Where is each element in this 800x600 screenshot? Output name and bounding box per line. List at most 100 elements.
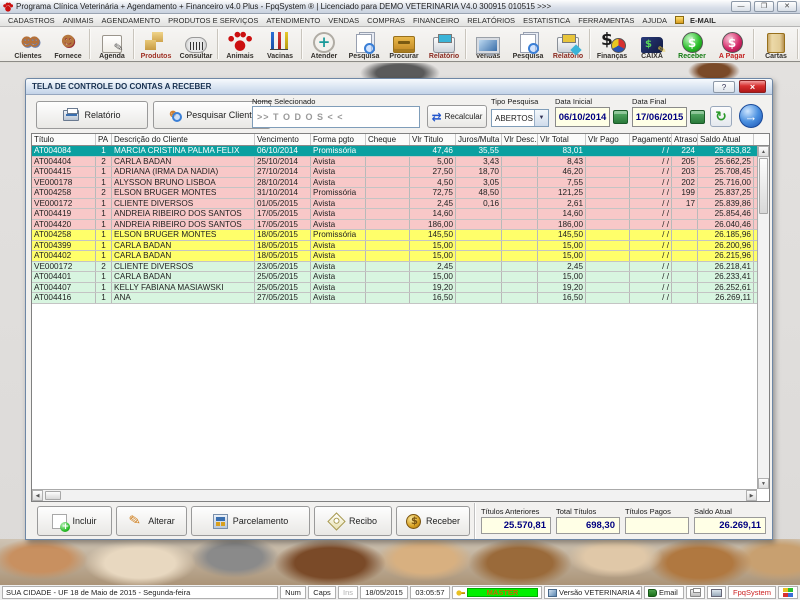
column-header[interactable]: Título xyxy=(32,134,96,145)
table-row[interactable]: AT004407 1 KELLY FABIANA MASIAWSKI 25/05/20… xyxy=(32,282,757,293)
table-row[interactable]: AT004258 1 ELSON BRUGER MONTES 18/05/2015 Pr… xyxy=(32,230,757,241)
dialog-close-button[interactable]: × xyxy=(739,80,766,93)
column-header[interactable]: PA xyxy=(96,134,112,145)
cell xyxy=(672,251,698,261)
table-row[interactable]: AT004415 1 ADRIANA (IRMA DA NADIA) 27/10/20… xyxy=(32,167,757,178)
vertical-scrollbar[interactable]: ▲ ▼ xyxy=(757,146,769,489)
menu-item[interactable]: RELATÓRIOS xyxy=(463,15,519,26)
cell xyxy=(672,261,698,271)
toolbar-button[interactable]: Animais xyxy=(220,27,260,61)
menu-item[interactable]: AGENDAMENTO xyxy=(98,15,165,26)
column-header[interactable]: Vlr Desc. xyxy=(502,134,538,145)
table-row[interactable]: AT004401 1 CARLA BADAN 25/05/2015 Avista 15,0… xyxy=(32,272,757,283)
menu-item[interactable]: ESTATISTICA xyxy=(519,15,574,26)
menu-item[interactable]: ANIMAIS xyxy=(59,15,98,26)
status-network[interactable] xyxy=(707,586,726,599)
horizontal-scrollbar[interactable]: ◀ ▶ xyxy=(32,489,757,501)
toolbar-button[interactable]: CAIXA xyxy=(632,27,672,61)
toolbar-button[interactable]: Agenda xyxy=(92,27,132,61)
vscroll-thumb[interactable] xyxy=(759,158,768,214)
table-row[interactable]: VE000172 1 CLIENTE DIVERSOS 01/05/2015 Avist… xyxy=(32,198,757,209)
column-header[interactable]: Cheque xyxy=(366,134,410,145)
hscroll-thumb[interactable] xyxy=(45,491,61,500)
minimize-button[interactable]: — xyxy=(731,1,751,12)
toolbar-button[interactable]: Relatório xyxy=(424,27,464,61)
column-header[interactable]: Vencimento xyxy=(255,134,311,145)
table-row[interactable]: AT004399 1 CARLA BADAN 18/05/2015 Avista 15,0… xyxy=(32,240,757,251)
name-selected-input[interactable]: >> T O D O S < < xyxy=(252,106,420,128)
toolbar-button[interactable]: Pesquisa xyxy=(344,27,384,61)
table-row[interactable]: AT004404 2 CARLA BADAN 25/10/2014 Avista 5,00… xyxy=(32,156,757,167)
toolbar-button[interactable]: Finanças xyxy=(592,27,632,61)
toolbar-button[interactable]: Procurar xyxy=(384,27,424,61)
column-header[interactable]: Juros/Multa xyxy=(456,134,502,145)
status-print[interactable] xyxy=(686,586,705,599)
recalculate-button[interactable]: ⇄ Recalcular xyxy=(427,105,487,128)
column-header[interactable]: Vlr Pago xyxy=(586,134,630,145)
data-final-field[interactable]: 17/06/2015 xyxy=(632,107,687,127)
cell: KELLY FABIANA MASIAWSKI xyxy=(112,282,255,292)
toolbar-button[interactable]: Produtos xyxy=(136,27,176,61)
table-row[interactable]: AT004084 1 MARCIA CRISTINA PALMA FELIX 06/1… xyxy=(32,146,757,157)
menu-item[interactable]: PRODUTOS E SERVIÇOS xyxy=(164,15,262,26)
scroll-up-icon[interactable]: ▲ xyxy=(758,146,769,157)
toolbar-button[interactable]: Clientes xyxy=(8,27,48,61)
toolbar-button[interactable]: Pesquisa xyxy=(508,27,548,61)
cell: AT004407 xyxy=(32,282,96,292)
toolbar-button[interactable]: A Pagar xyxy=(712,27,752,61)
table-row[interactable]: AT004416 1 ANA 27/05/2015 Avista 16,50 16,50 / … xyxy=(32,293,757,304)
dialog-titlebar[interactable]: TELA DE CONTROLE DO CONTAS A RECEBER ? × xyxy=(26,79,772,95)
toolbar-button[interactable]: Fornece xyxy=(48,27,88,61)
toolbar-button[interactable]: Consultar xyxy=(176,27,216,61)
toolbar-button[interactable]: Vendas xyxy=(468,27,508,61)
menu-item[interactable]: CADASTROS xyxy=(4,15,59,26)
column-header[interactable]: Descrição do Cliente xyxy=(112,134,255,145)
receber-button[interactable]: Receber xyxy=(396,506,470,536)
scroll-right-icon[interactable]: ▶ xyxy=(746,490,757,501)
recibo-button[interactable]: Recibo xyxy=(314,506,392,536)
toolbar-button[interactable]: Cartas xyxy=(756,27,796,61)
calendar-icon[interactable] xyxy=(690,110,705,124)
table-row[interactable]: AT004419 1 ANDREIA RIBEIRO DOS SANTOS 17/05… xyxy=(32,209,757,220)
toolbar-button[interactable]: Relatório xyxy=(548,27,588,61)
menu-item[interactable]: FERRAMENTAS xyxy=(574,15,638,26)
cell xyxy=(586,177,630,187)
scroll-down-icon[interactable]: ▼ xyxy=(758,478,769,489)
table-row[interactable]: VE000172 2 CLIENTE DIVERSOS 23/05/2015 Avist… xyxy=(32,261,757,272)
column-header[interactable]: Atraso xyxy=(672,134,698,145)
status-num: Num xyxy=(280,586,306,599)
status-email[interactable]: Email xyxy=(644,586,684,599)
alterar-button[interactable]: Alterar xyxy=(116,506,187,536)
table-row[interactable]: AT004420 1 ANDREIA RIBEIRO DOS SANTOS 17/05… xyxy=(32,219,757,230)
menu-item[interactable]: COMPRAS xyxy=(363,15,409,26)
report-button[interactable]: Relatório xyxy=(36,101,148,129)
agenda-icon xyxy=(102,35,122,53)
column-header[interactable]: Pagamento xyxy=(630,134,672,145)
toolbar-button[interactable]: Vacinas xyxy=(260,27,300,61)
table-row[interactable]: VE000178 1 ALYSSON BRUNO LISBOA 28/10/2014 A… xyxy=(32,177,757,188)
data-inicial-field[interactable]: 06/10/2014 xyxy=(555,107,610,127)
table-row[interactable]: AT004402 1 CARLA BADAN 18/05/2015 Avista 15,0… xyxy=(32,251,757,262)
scroll-left-icon[interactable]: ◀ xyxy=(32,490,43,501)
incluir-button[interactable]: Incluir xyxy=(37,506,112,536)
column-header[interactable]: Vlr Titulo xyxy=(410,134,456,145)
restore-button[interactable]: ❐ xyxy=(754,1,774,12)
menu-item[interactable]: ATENDIMENTO xyxy=(262,15,324,26)
table-row[interactable]: AT004258 2 ELSON BRUGER MONTES 31/10/2014 Pr… xyxy=(32,188,757,199)
tipo-pesquisa-select[interactable]: ABERTOS ▼ xyxy=(491,109,549,127)
menu-item[interactable]: AJUDA xyxy=(638,15,671,26)
close-button[interactable]: ✕ xyxy=(777,1,797,12)
menu-item[interactable]: FINANCEIRO xyxy=(409,15,463,26)
toolbar-button[interactable]: Atender xyxy=(304,27,344,61)
column-header[interactable]: Vlr Total xyxy=(538,134,586,145)
menu-item-email[interactable]: E-MAIL xyxy=(686,15,720,26)
column-header[interactable]: Forma pgto xyxy=(311,134,366,145)
help-button[interactable]: ? xyxy=(713,80,735,93)
column-header[interactable]: Saldo Atual xyxy=(698,134,754,145)
parcelamento-button[interactable]: Parcelamento xyxy=(191,506,310,536)
menu-item[interactable]: VENDAS xyxy=(324,15,363,26)
go-arrow-button[interactable]: → xyxy=(739,104,763,128)
toolbar-button[interactable]: Receber xyxy=(672,27,712,61)
refresh-button[interactable]: ↻ xyxy=(710,106,732,127)
calendar-icon[interactable] xyxy=(613,110,628,124)
